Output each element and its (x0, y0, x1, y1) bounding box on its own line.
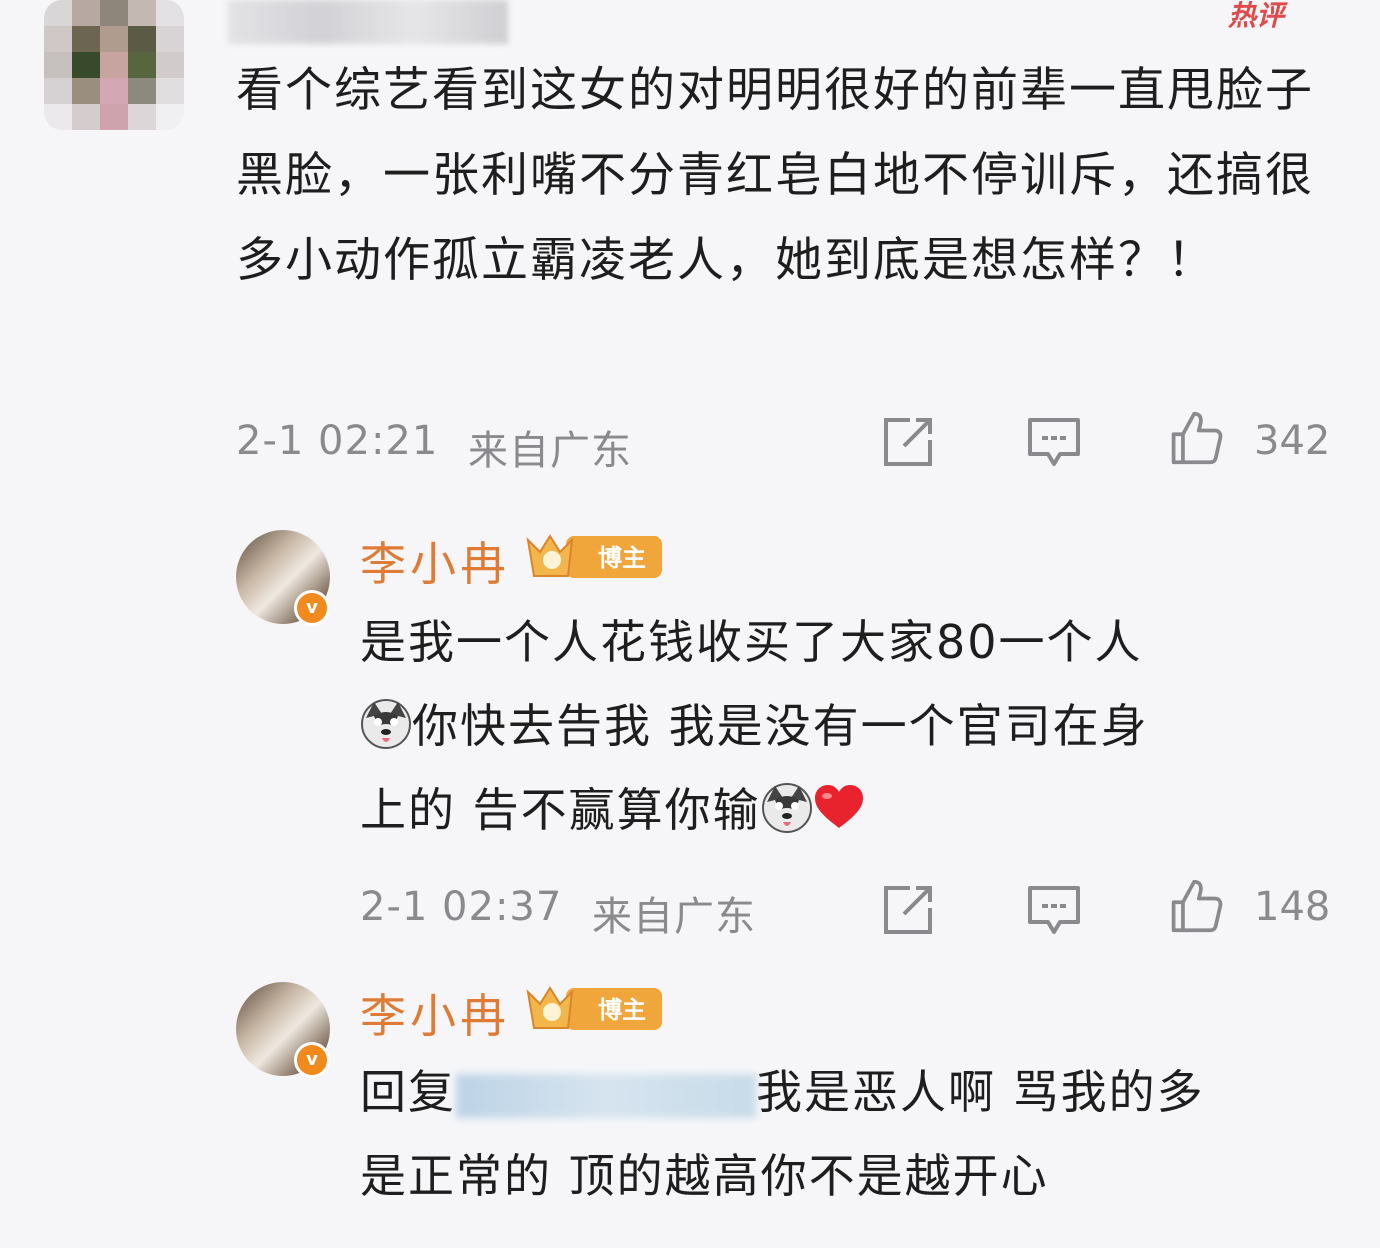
comment-text: 看个综艺看到这女的对明明很好的前辈一直甩脸子黑脸，一张利嘴不分青红皂白地不停训斥… (236, 63, 1314, 288)
like-count: 148 (1254, 884, 1331, 930)
reply-text-line: 是正常的 顶的越高你不是越开心 (360, 1149, 1049, 1203)
reply-text-segment: 上的 告不赢算你输 (360, 783, 761, 837)
husky-emoji-icon (361, 699, 411, 749)
reply-text-line: 上的 告不赢算你输 (360, 768, 1350, 852)
reply-text-line: 回复 我是恶人啊 骂我的多 (360, 1050, 1350, 1134)
reply-text-line: 你快去告我 我是没有一个官司在身 (360, 684, 1350, 768)
replied-user-blurred[interactable] (456, 1073, 756, 1118)
reply-text-line: 是我一个人花钱收买了大家80一个人 (360, 615, 1143, 669)
badge-label: 博主 (598, 544, 646, 572)
commenter-name-blurred[interactable] (228, 0, 508, 44)
husky-emoji-icon (761, 783, 812, 833)
blogger-badge: 博主 (526, 986, 662, 1030)
reply-author-name[interactable]: 李小冉 (360, 980, 510, 1046)
reply-text: 回复 我是恶人啊 骂我的多 是正常的 顶的越高你不是越开心 (360, 1050, 1350, 1218)
red-heart-icon (814, 785, 863, 828)
comment-icon[interactable] (1026, 414, 1082, 470)
commenter-avatar-pixelated[interactable] (44, 0, 184, 130)
comment-time: 2-1 02:21 (236, 418, 439, 464)
thumbs-up-icon[interactable] (1168, 410, 1224, 466)
hot-comment-label: 热评 (1228, 0, 1285, 32)
reply-time: 2-1 02:37 (360, 884, 563, 930)
reply-text-segment: 你快去告我 我是没有一个官司在身 (412, 699, 1149, 753)
verified-v-icon: v (294, 1042, 330, 1078)
reply-location: 来自广东 (592, 894, 756, 940)
like-count: 342 (1254, 418, 1331, 464)
repost-icon[interactable] (880, 882, 936, 938)
comment-icon[interactable] (1026, 882, 1082, 938)
blogger-badge: 博主 (526, 534, 662, 578)
reply-author-name[interactable]: 李小冉 (360, 528, 510, 594)
reply-text: 是我一个人花钱收买了大家80一个人 你快去告我 我是没有一个官司在身 上的 告不… (360, 600, 1350, 852)
repost-icon[interactable] (880, 414, 936, 470)
thumbs-up-icon[interactable] (1168, 878, 1224, 934)
comment-location: 来自广东 (468, 428, 632, 474)
verified-v-icon: v (294, 590, 330, 626)
badge-label: 博主 (598, 996, 646, 1024)
reply-text-segment: 我是恶人啊 骂我的多 (756, 1065, 1205, 1119)
reply-prefix: 回复 (360, 1065, 456, 1119)
